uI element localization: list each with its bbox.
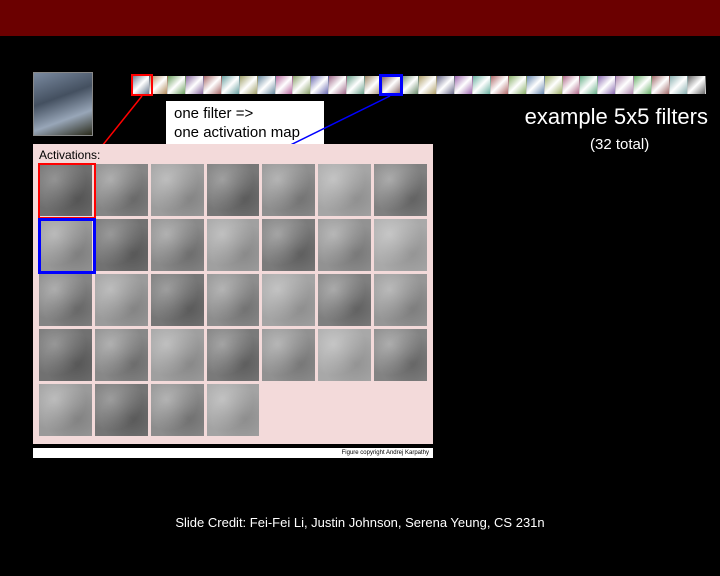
example-filters-subtitle: (32 total) <box>590 136 649 153</box>
filter-tile <box>240 76 258 94</box>
activation-cell <box>95 329 148 381</box>
input-image <box>33 72 93 136</box>
activation-cell <box>95 219 148 271</box>
activation-cell <box>39 329 92 381</box>
activation-cell <box>207 384 260 436</box>
filter-tile <box>527 76 545 94</box>
title-bar <box>0 0 720 36</box>
activation-cell <box>374 384 427 436</box>
filter-tile <box>598 76 616 94</box>
activation-cell <box>318 384 371 436</box>
filter-strip <box>132 76 706 96</box>
activation-cell <box>262 164 315 216</box>
filter-tile <box>168 76 186 94</box>
filter-tile <box>329 76 347 94</box>
slide-content: one filter => one activation map example… <box>0 36 720 540</box>
annotation-line2: one activation map <box>174 124 316 143</box>
activations-panel: Activations: <box>33 144 433 444</box>
filter-tile <box>293 76 311 94</box>
filter-tile <box>509 76 527 94</box>
activation-cell <box>207 329 260 381</box>
activation-cell <box>374 329 427 381</box>
filter-tile <box>473 76 491 94</box>
filter-tile <box>132 76 150 94</box>
filter-tile <box>401 76 419 94</box>
filter-tile <box>670 76 688 94</box>
activation-cell <box>95 274 148 326</box>
slide-credit: Slide Credit: Fei-Fei Li, Justin Johnson… <box>0 515 720 530</box>
activation-cell <box>207 164 260 216</box>
filter-tile <box>365 76 383 94</box>
filter-tile <box>276 76 294 94</box>
filter-tile <box>204 76 222 94</box>
activation-cell <box>318 274 371 326</box>
filter-tile <box>311 76 329 94</box>
activation-cell <box>207 274 260 326</box>
activation-cell <box>151 329 204 381</box>
filter-tile <box>634 76 652 94</box>
example-filters-title: example 5x5 filters <box>525 104 708 130</box>
annotation-line1: one filter => <box>174 105 316 124</box>
filter-tile <box>616 76 634 94</box>
activation-cell <box>39 219 92 271</box>
filter-annotation: one filter => one activation map <box>165 100 325 148</box>
activation-grid <box>39 164 427 436</box>
filter-tile <box>419 76 437 94</box>
filter-tile <box>688 76 706 94</box>
filter-tile <box>563 76 581 94</box>
activation-cell <box>374 219 427 271</box>
figure-credit: Figure copyright Andrej Karpathy <box>33 448 433 458</box>
activation-cell <box>39 384 92 436</box>
activation-cell <box>374 164 427 216</box>
activation-cell <box>95 384 148 436</box>
filter-tile <box>580 76 598 94</box>
activation-cell <box>207 219 260 271</box>
activation-cell <box>318 164 371 216</box>
activation-cell <box>39 164 92 216</box>
activation-cell <box>262 274 315 326</box>
activation-cell <box>151 384 204 436</box>
filter-tile <box>186 76 204 94</box>
filter-tile <box>150 76 168 94</box>
activation-cell <box>262 384 315 436</box>
activation-cell <box>95 164 148 216</box>
activation-cell <box>39 274 92 326</box>
activation-cell <box>318 219 371 271</box>
filter-tile <box>222 76 240 94</box>
activation-cell <box>374 274 427 326</box>
filter-tile <box>258 76 276 94</box>
activation-cell <box>262 219 315 271</box>
filter-tile <box>347 76 365 94</box>
filter-tile <box>383 76 401 94</box>
filter-tile <box>652 76 670 94</box>
filter-tile <box>545 76 563 94</box>
activation-cell <box>262 329 315 381</box>
activation-cell <box>318 329 371 381</box>
filter-tile <box>437 76 455 94</box>
activation-cell <box>151 274 204 326</box>
activation-cell <box>151 219 204 271</box>
filter-tile <box>491 76 509 94</box>
activation-cell <box>151 164 204 216</box>
activations-label: Activations: <box>39 148 100 162</box>
filter-tile <box>455 76 473 94</box>
